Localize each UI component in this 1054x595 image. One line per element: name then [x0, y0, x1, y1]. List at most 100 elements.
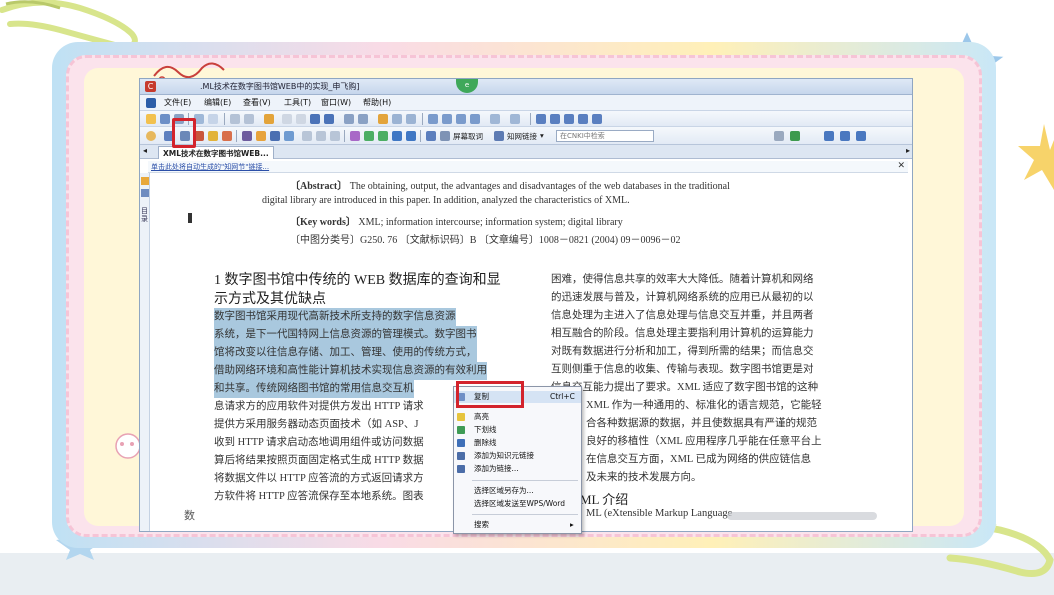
menu-item-label: 选择区域另存为... — [474, 486, 534, 495]
menu-item-highlight[interactable]: 高亮 — [454, 411, 581, 423]
rotate-icon[interactable] — [490, 114, 500, 124]
magnifier-icon[interactable] — [578, 114, 588, 124]
ellipse-icon[interactable] — [284, 131, 294, 141]
go-search-icon[interactable] — [790, 131, 800, 141]
zoom-out-icon[interactable] — [406, 114, 416, 124]
screen-word-button[interactable]: 屏幕取词 — [453, 131, 483, 142]
menu-separator — [472, 514, 578, 515]
chevron-down-icon[interactable]: ▾ — [540, 131, 544, 140]
body-text-line: 方软件将 HTTP 应答流保存至本地系统。图表 — [214, 491, 424, 502]
underline-icon[interactable] — [378, 131, 388, 141]
page-setup-icon[interactable] — [510, 114, 520, 124]
fit-width-icon[interactable] — [470, 114, 480, 124]
menu-item-label: 高亮 — [474, 412, 489, 421]
menu-item-search[interactable]: 搜索 ▸ — [454, 519, 581, 531]
strikeout-icon[interactable] — [392, 131, 402, 141]
menu-item-shortcut: Ctrl+C — [550, 392, 575, 401]
menu-help[interactable]: 帮助(H) — [363, 97, 391, 108]
gear-icon[interactable] — [146, 131, 156, 141]
save-icon[interactable] — [160, 114, 170, 124]
toolbar-tools: 屏幕取词 知网链接 ▾ 在CNKI中检索 — [140, 127, 912, 145]
selected-text-line[interactable]: 馆将改变以往信息存储、加工、管理、使用的传统方式， — [214, 344, 477, 362]
close-icon[interactable]: ✕ — [897, 161, 905, 171]
knowledge-link-button[interactable]: 知网链接 — [507, 131, 537, 142]
actual-size-icon[interactable] — [550, 114, 560, 124]
open-folder-icon[interactable] — [146, 114, 156, 124]
menu-item-underline[interactable]: 下划线 — [454, 424, 581, 436]
classification-line: 〔中图分类号〕G250. 76 〔文献标识码〕B 〔文章编号〕1008－0821… — [290, 235, 681, 246]
previous-page-icon[interactable] — [296, 114, 306, 124]
menu-edit[interactable]: 编辑(E) — [204, 97, 231, 108]
body-text-line: 在信息交互方面，XML 已成为网络的供应链信息 — [586, 454, 812, 465]
zoom-in-icon[interactable] — [392, 114, 402, 124]
toolbar-separator — [344, 130, 345, 142]
menu-item-strikeout[interactable]: 删除线 — [454, 437, 581, 449]
check-icon[interactable] — [350, 131, 360, 141]
knowledge-link-icon[interactable] — [494, 131, 504, 141]
audio-icon[interactable] — [330, 131, 340, 141]
undo-icon[interactable] — [230, 114, 240, 124]
bookmark-panel-icon[interactable] — [141, 177, 149, 185]
menu-tools[interactable]: 工具(T) — [284, 97, 311, 108]
text-color-icon[interactable] — [364, 131, 374, 141]
abstract-label: 〔Abstract〕 — [290, 181, 348, 192]
marker-icon[interactable] — [256, 131, 266, 141]
section-heading-1-line1: 1 数字图书馆中传统的 WEB 数据库的查询和显 — [214, 273, 501, 288]
hand-tool-icon[interactable] — [378, 114, 388, 124]
help-icon[interactable] — [824, 131, 834, 141]
back-icon[interactable] — [344, 114, 354, 124]
tab-scroll-left-icon[interactable]: ◂ — [143, 146, 147, 155]
app-menu-icon[interactable] — [146, 98, 156, 108]
next-page-icon[interactable] — [310, 114, 320, 124]
menu-item-save-region[interactable]: 选择区域另存为... — [454, 485, 581, 497]
settings-icon[interactable] — [856, 131, 866, 141]
body-text-line: 相互融合的阶段。信息处理主要指利用计算机的运算能力 — [551, 328, 814, 339]
user-icon[interactable] — [840, 131, 850, 141]
keywords-label: 〔Key words〕 — [290, 217, 356, 228]
side-panel-tab[interactable]: 目录 — [141, 207, 149, 223]
bottom-band — [0, 553, 1054, 595]
tab-scroll-right-icon[interactable]: ▸ — [906, 146, 910, 155]
search-scope-dropdown[interactable] — [774, 131, 784, 141]
thumbnail-panel-icon[interactable] — [141, 189, 149, 197]
menu-view[interactable]: 查看(V) — [243, 97, 271, 108]
first-page-icon[interactable] — [282, 114, 292, 124]
toolbar-separator — [224, 113, 225, 125]
auto-link-notice[interactable]: 单击此处将自动生成的"知网节"链接... — [151, 162, 269, 172]
bookmark-icon[interactable] — [264, 114, 274, 124]
pencil-icon[interactable] — [242, 131, 252, 141]
menu-item-add-knowledge-link[interactable]: 添加为知识元链接 — [454, 450, 581, 462]
menu-item-send-to-wps[interactable]: 选择区域发送至WPS/Word — [454, 498, 581, 510]
full-screen-icon[interactable] — [536, 114, 546, 124]
menu-item-add-link[interactable]: 添加为链接... — [454, 463, 581, 475]
selected-text-line[interactable]: 数字图书馆采用现代高新技术所支持的数字信息资源 — [214, 308, 456, 326]
last-page-icon[interactable] — [324, 114, 334, 124]
stamp-icon[interactable] — [302, 131, 312, 141]
body-text-line: 信息处理为主进入了信息处理与信息交互并重，并且两者 — [551, 310, 814, 321]
translate-icon[interactable] — [426, 131, 436, 141]
highlight-icon[interactable] — [208, 131, 218, 141]
fit-page-icon[interactable] — [564, 114, 574, 124]
menu-window[interactable]: 窗口(W) — [321, 97, 351, 108]
attachment-icon[interactable] — [316, 131, 326, 141]
cnki-search-input[interactable]: 在CNKI中检索 — [556, 130, 654, 142]
screen-word-icon[interactable] — [440, 131, 450, 141]
forward-icon[interactable] — [358, 114, 368, 124]
link-icon[interactable] — [406, 131, 416, 141]
menu-item-label: 添加为知识元链接 — [474, 451, 534, 460]
two-page-icon[interactable] — [456, 114, 466, 124]
redo-icon[interactable] — [244, 114, 254, 124]
abstract-en-line2: digital library are introduced in this p… — [262, 195, 630, 206]
rectangle-icon[interactable] — [270, 131, 280, 141]
zoom-out-lens-icon[interactable] — [592, 114, 602, 124]
menu-file[interactable]: 文件(E) — [164, 97, 191, 108]
single-page-icon[interactable] — [428, 114, 438, 124]
body-text-line: 提供方采用服务器动态页面技术（如 ASP、J — [214, 419, 419, 430]
paste-icon[interactable] — [208, 114, 218, 124]
note-icon[interactable] — [222, 131, 232, 141]
body-text-line: 对既有数据进行分析和加工，得到所需的结果；而信息交 — [551, 346, 814, 357]
continuous-page-icon[interactable] — [442, 114, 452, 124]
selected-text-line[interactable]: 借助网络环境和高性能计算机技术实现信息资源的有效利用 — [214, 362, 487, 380]
selected-text-line[interactable]: 系统，是下一代国特网上信息资源的管理模式。数字图书 — [214, 326, 477, 344]
selected-text-line[interactable]: 和共享。传统网络图书馆的常用信息交互机 — [214, 380, 414, 398]
